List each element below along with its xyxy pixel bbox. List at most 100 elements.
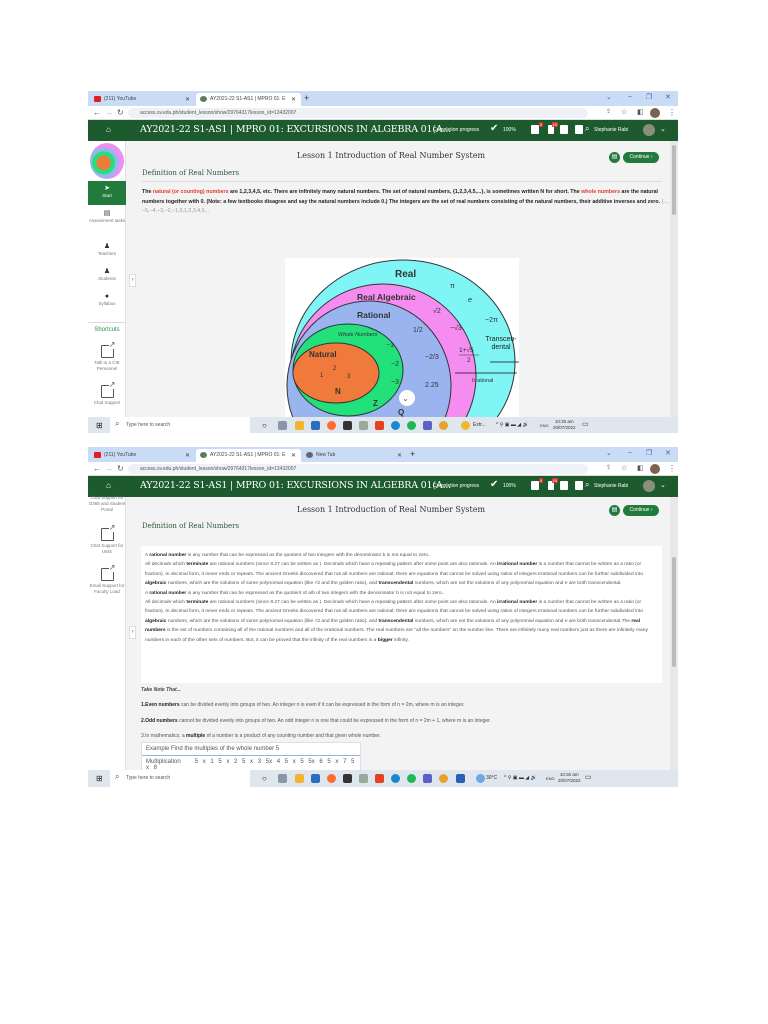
tab-lesson[interactable]: AY2021-22 S1-AS1 | MPRO 01: E ✕ xyxy=(196,449,301,462)
mail-icon[interactable] xyxy=(311,421,320,430)
back-icon[interactable]: ← xyxy=(93,464,101,473)
sidebar-item-students[interactable]: ♟ Students xyxy=(88,267,126,282)
home-icon[interactable]: ⌂ xyxy=(106,125,111,134)
file-explorer-icon[interactable] xyxy=(295,421,304,430)
reload-icon[interactable]: ↻ xyxy=(117,464,124,473)
new-tab-button[interactable]: + xyxy=(304,93,318,106)
home-icon[interactable]: ⌂ xyxy=(106,481,111,490)
system-tray-icons[interactable]: ^ ⚲ ▣ ▬ ◢ 🔊 xyxy=(504,775,537,781)
help-icon[interactable] xyxy=(575,481,583,490)
search-icon[interactable]: ⌕ xyxy=(585,124,589,134)
edge-icon[interactable] xyxy=(391,774,400,783)
scrollbar[interactable] xyxy=(670,497,678,770)
tab-youtube[interactable]: (211) YouTube ✕ xyxy=(90,449,195,462)
office-icon[interactable] xyxy=(375,421,384,430)
menu-icon[interactable]: ⋮ xyxy=(668,108,676,117)
clock[interactable]: 10:30 am 20/07/2022 xyxy=(553,419,576,431)
chevron-down-icon[interactable]: ⌄ xyxy=(660,481,666,489)
firefox-icon[interactable] xyxy=(327,774,336,783)
forward-icon[interactable]: → xyxy=(105,108,113,117)
share-icon[interactable]: ⇪ xyxy=(606,108,611,115)
windows-start-icon[interactable]: ⊞ xyxy=(96,421,103,430)
teams-icon[interactable] xyxy=(423,421,432,430)
notifications-icon[interactable]: ▭ xyxy=(582,420,589,428)
reload-icon[interactable]: ↻ xyxy=(117,108,124,117)
system-tray-icons[interactable]: ^ ⚲ ▣ ▬ ◢ 🔊 xyxy=(496,422,529,428)
print-icon[interactable]: ▤ xyxy=(609,152,620,163)
language[interactable]: ENG xyxy=(546,776,555,781)
tab-lesson[interactable]: AY2021-22 S1-AS1 | MPRO 01: E ✕ xyxy=(196,93,301,106)
shortcut-chat-support[interactable]: Chat Support xyxy=(88,381,126,406)
edge-icon[interactable] xyxy=(391,421,400,430)
office-icon[interactable] xyxy=(375,774,384,783)
continue-button[interactable]: Continue › xyxy=(623,152,659,163)
share-icon[interactable]: ⇪ xyxy=(606,464,611,471)
firefox-icon[interactable] xyxy=(327,421,336,430)
close-tab-icon[interactable]: ✕ xyxy=(185,96,190,103)
close-window-icon[interactable]: ✕ xyxy=(665,93,671,101)
forward-icon[interactable]: → xyxy=(105,464,113,473)
extension-label[interactable]: Extr... xyxy=(473,422,486,428)
clock[interactable]: 10:30 am 20/07/2022 xyxy=(558,772,581,784)
chrome-icon[interactable] xyxy=(439,774,448,783)
restore-icon[interactable]: ❐ xyxy=(646,449,652,457)
notification-icon[interactable]: 4 xyxy=(531,122,543,134)
file-explorer-icon[interactable] xyxy=(295,774,304,783)
profile-avatar[interactable] xyxy=(650,108,660,118)
close-tab-icon[interactable]: ✕ xyxy=(291,96,296,103)
url-input[interactable]: access.sv.edu.ph/student_lesson/show/297… xyxy=(128,464,588,474)
back-icon[interactable]: ← xyxy=(93,108,101,117)
restore-icon[interactable]: ❐ xyxy=(646,93,652,101)
language[interactable]: ENG xyxy=(540,423,549,428)
print-icon[interactable]: ▤ xyxy=(609,505,620,516)
search-icon[interactable]: ⌕ xyxy=(585,480,589,490)
cortana-icon[interactable]: ○ xyxy=(262,774,271,783)
task-view-icon[interactable] xyxy=(278,421,287,430)
close-window-icon[interactable]: ✕ xyxy=(665,449,671,457)
mail-icon[interactable] xyxy=(311,774,320,783)
shortcut-chat-support-o365[interactable]: Chat Support for O365 and Student Portal xyxy=(88,495,126,513)
profile-avatar[interactable] xyxy=(650,464,660,474)
sidepanel-icon[interactable]: ◧ xyxy=(637,464,644,472)
tab-new-tab[interactable]: New Tab ✕ xyxy=(302,449,407,462)
amazon-icon[interactable] xyxy=(359,774,368,783)
teams-icon[interactable] xyxy=(423,774,432,783)
bookmark-star-icon[interactable]: ☆ xyxy=(621,464,627,472)
dropbox-icon[interactable] xyxy=(343,774,352,783)
continue-button[interactable]: Continue › xyxy=(623,505,659,516)
tab-search-icon[interactable]: ⌄ xyxy=(606,449,612,457)
amazon-icon[interactable] xyxy=(359,421,368,430)
scrollbar[interactable] xyxy=(670,141,678,417)
notifications-icon[interactable]: ▭ xyxy=(585,773,592,781)
sidebar-item-teachers[interactable]: ♟ Teachers xyxy=(88,242,126,257)
alert-icon[interactable]: 10 xyxy=(548,122,558,134)
new-tab-button[interactable]: + xyxy=(410,449,424,462)
close-tab-icon[interactable]: ✕ xyxy=(185,452,190,459)
minimize-icon[interactable]: – xyxy=(628,93,632,100)
calculator-icon[interactable] xyxy=(560,481,568,490)
chrome-icon[interactable] xyxy=(439,421,448,430)
sidebar-toggle[interactable]: › xyxy=(129,274,136,287)
spotify-icon[interactable] xyxy=(407,421,416,430)
menu-icon[interactable]: ⋮ xyxy=(668,464,676,473)
sidepanel-icon[interactable]: ◧ xyxy=(637,108,644,116)
cortana-icon[interactable]: ○ xyxy=(262,421,271,430)
bookmark-star-icon[interactable]: ☆ xyxy=(621,108,627,116)
task-view-icon[interactable] xyxy=(278,774,287,783)
tab-search-icon[interactable]: ⌄ xyxy=(606,93,612,101)
sidebar-item-start[interactable]: ➤ Start xyxy=(88,181,126,205)
shortcut-talk-to-cie[interactable]: Talk to a CIE Personnel xyxy=(88,341,126,372)
close-tab-icon[interactable]: ✕ xyxy=(291,452,296,459)
weather-icon[interactable] xyxy=(476,774,485,783)
taskbar-search[interactable]: Type here to search xyxy=(110,770,250,787)
calculator-icon[interactable] xyxy=(560,125,568,134)
close-tab-icon[interactable]: ✕ xyxy=(397,452,402,459)
help-icon[interactable] xyxy=(575,125,583,134)
scrollbar-thumb[interactable] xyxy=(672,145,676,215)
shortcut-chat-support-ums[interactable]: Chat Support for UMS xyxy=(88,524,126,555)
user-name[interactable]: Stephanie Rabi xyxy=(594,483,628,489)
user-avatar[interactable] xyxy=(643,480,655,492)
weather-temp[interactable]: 30°C xyxy=(486,775,497,781)
extension-icon[interactable] xyxy=(461,421,470,430)
notification-icon[interactable]: 4 xyxy=(531,478,543,490)
